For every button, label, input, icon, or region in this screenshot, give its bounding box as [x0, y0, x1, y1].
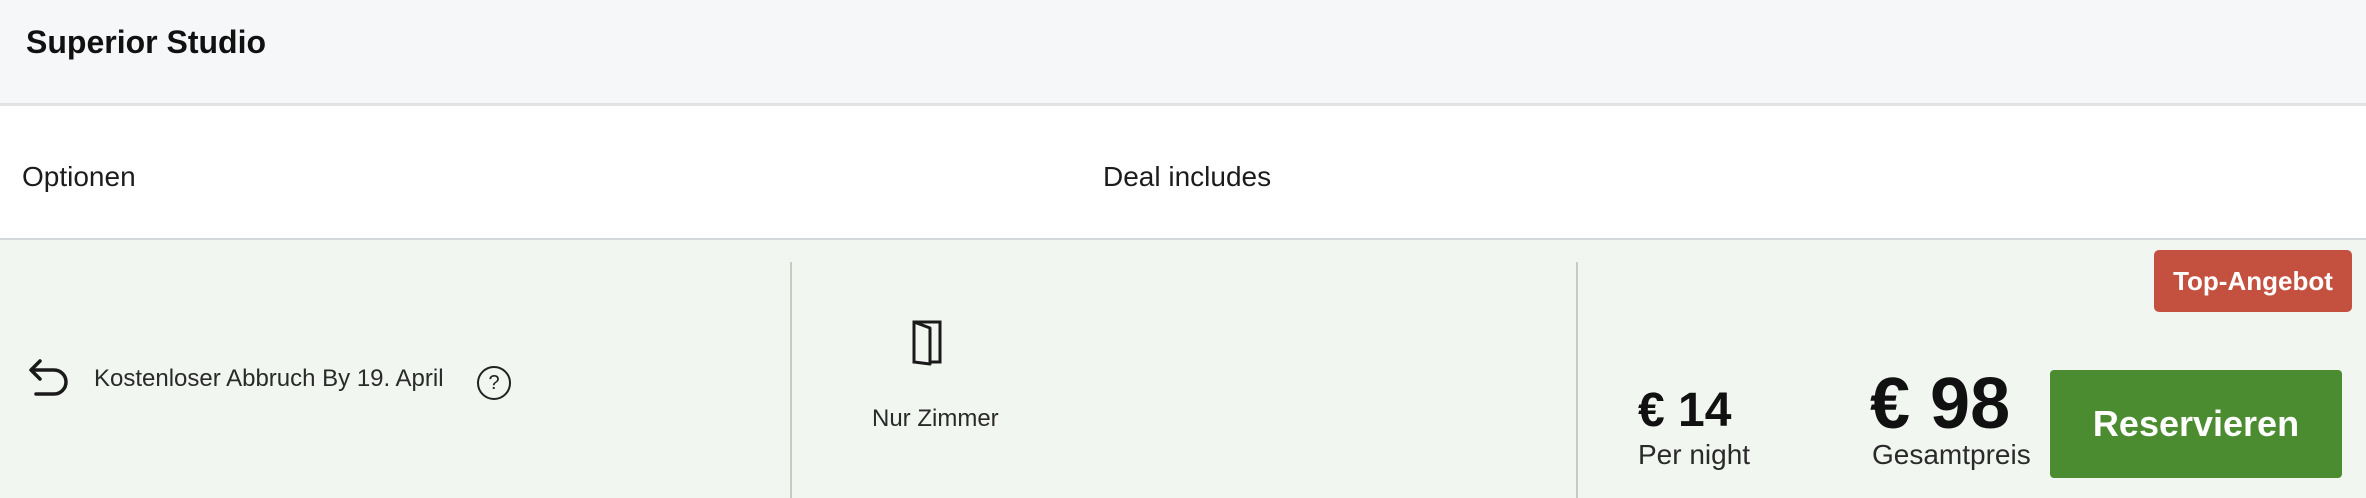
column-header-row: Optionen Deal includes — [0, 106, 2366, 240]
per-night-label: Per night — [1638, 439, 1751, 470]
total-price-label: Gesamtpreis — [1872, 439, 2031, 470]
room-title: Superior Studio — [26, 24, 266, 60]
question-mark-icon[interactable]: ? — [477, 366, 511, 400]
column-divider — [790, 262, 792, 498]
offer-row: Kostenloser Abbruch By 19. April ? Nur Z… — [0, 240, 2366, 498]
room-header: Superior Studio — [0, 0, 2366, 106]
room-only-text: Nur Zimmer — [872, 405, 999, 432]
deal-includes-column-header: Deal includes — [1103, 161, 1272, 192]
column-divider — [1576, 262, 1578, 498]
per-night-price: € 14 — [1638, 384, 1732, 437]
door-icon — [912, 320, 942, 366]
reserve-button[interactable]: Reservieren — [2050, 370, 2342, 478]
top-offer-badge: Top-Angebot — [2154, 250, 2352, 312]
undo-arrow-icon — [29, 359, 68, 396]
total-price: € 98 — [1870, 364, 2011, 444]
free-cancellation-text: Kostenloser Abbruch By 19. April — [94, 365, 444, 392]
options-column-header: Optionen — [22, 161, 136, 192]
